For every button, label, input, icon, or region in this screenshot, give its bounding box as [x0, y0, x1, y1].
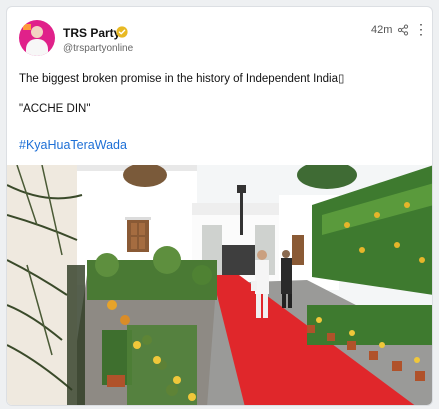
- avatar[interactable]: [19, 20, 55, 56]
- share-icon[interactable]: [397, 24, 409, 36]
- verified-badge-icon: [116, 26, 128, 38]
- post-text-line-2: "ACCHE DIN": [19, 103, 91, 115]
- post-photo[interactable]: [7, 165, 433, 406]
- avatar-head: [31, 26, 43, 38]
- account-name[interactable]: TRS Party: [63, 26, 120, 40]
- avatar-body: [26, 39, 48, 56]
- more-options-icon[interactable]: ⋮: [414, 21, 428, 38]
- post-card: TRS Party @trspartyonline 42m ⋮ The bigg…: [6, 6, 433, 406]
- post-timestamp: 42m: [371, 24, 393, 36]
- post-text-line-1-text: The biggest broken promise in the histor…: [19, 73, 339, 85]
- avatar-flag: [23, 24, 31, 30]
- post-text-line-1: The biggest broken promise in the histor…: [19, 71, 344, 85]
- hashtag-link[interactable]: #KyaHuaTeraWada: [19, 138, 127, 152]
- unrendered-glyph: ▯: [338, 73, 345, 85]
- account-handle[interactable]: @trspartyonline: [63, 43, 133, 54]
